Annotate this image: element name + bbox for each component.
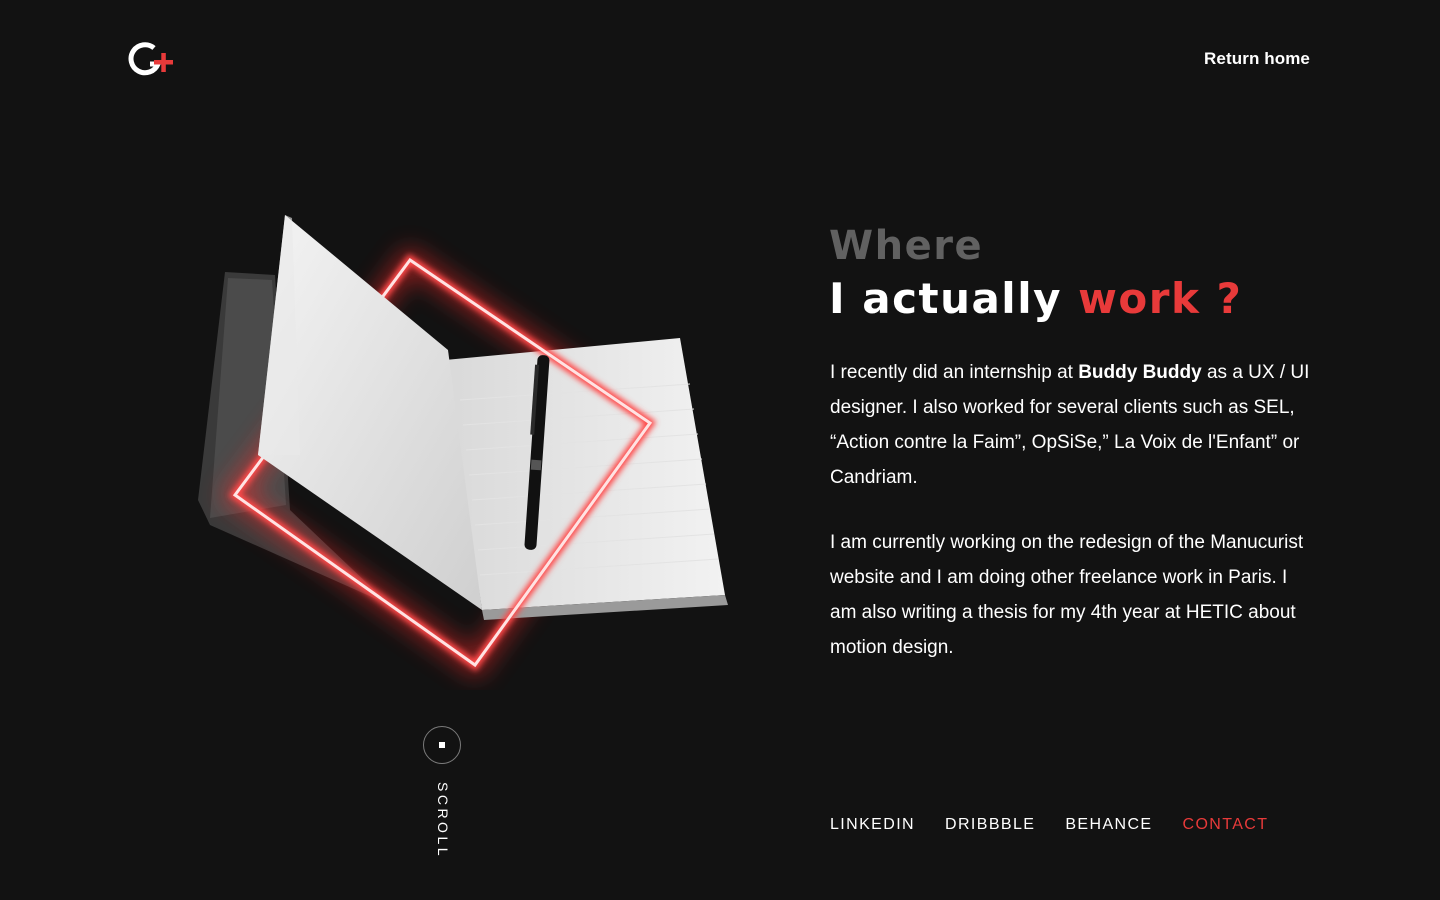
scroll-label: SCROLL [435,782,451,860]
logo-icon[interactable] [128,40,176,80]
return-home-link[interactable]: Return home [1204,49,1310,69]
paragraph-internship: I recently did an internship at Buddy Bu… [830,355,1310,495]
behance-link[interactable]: BEHANCE [1065,816,1152,834]
linkedin-link[interactable]: LINKEDIN [830,816,915,834]
scroll-indicator-icon[interactable] [423,726,461,764]
scroll-dot [439,742,445,748]
dribbble-link[interactable]: DRIBBBLE [945,816,1035,834]
about-copy: I recently did an internship at Buddy Bu… [830,355,1310,695]
social-links: LINKEDIN DRIBBBLE BEHANCE CONTACT [830,816,1268,834]
title-accent-text: work ? [1078,274,1243,323]
page-title: Where I actually work ? [829,226,1242,320]
contact-link[interactable]: CONTACT [1183,816,1269,834]
title-line-main: I actually work ? [829,278,1242,320]
title-main-text: I actually [829,274,1062,323]
title-line-where: Where [829,223,984,269]
notebook-illustration [180,200,750,690]
page: Return home Where I actually work ? I re… [0,0,1440,900]
paragraph-internship-start: I recently did an internship at [830,362,1079,383]
company-name: Buddy Buddy [1078,362,1202,383]
paragraph-current-work: I am currently working on the redesign o… [830,532,1304,658]
